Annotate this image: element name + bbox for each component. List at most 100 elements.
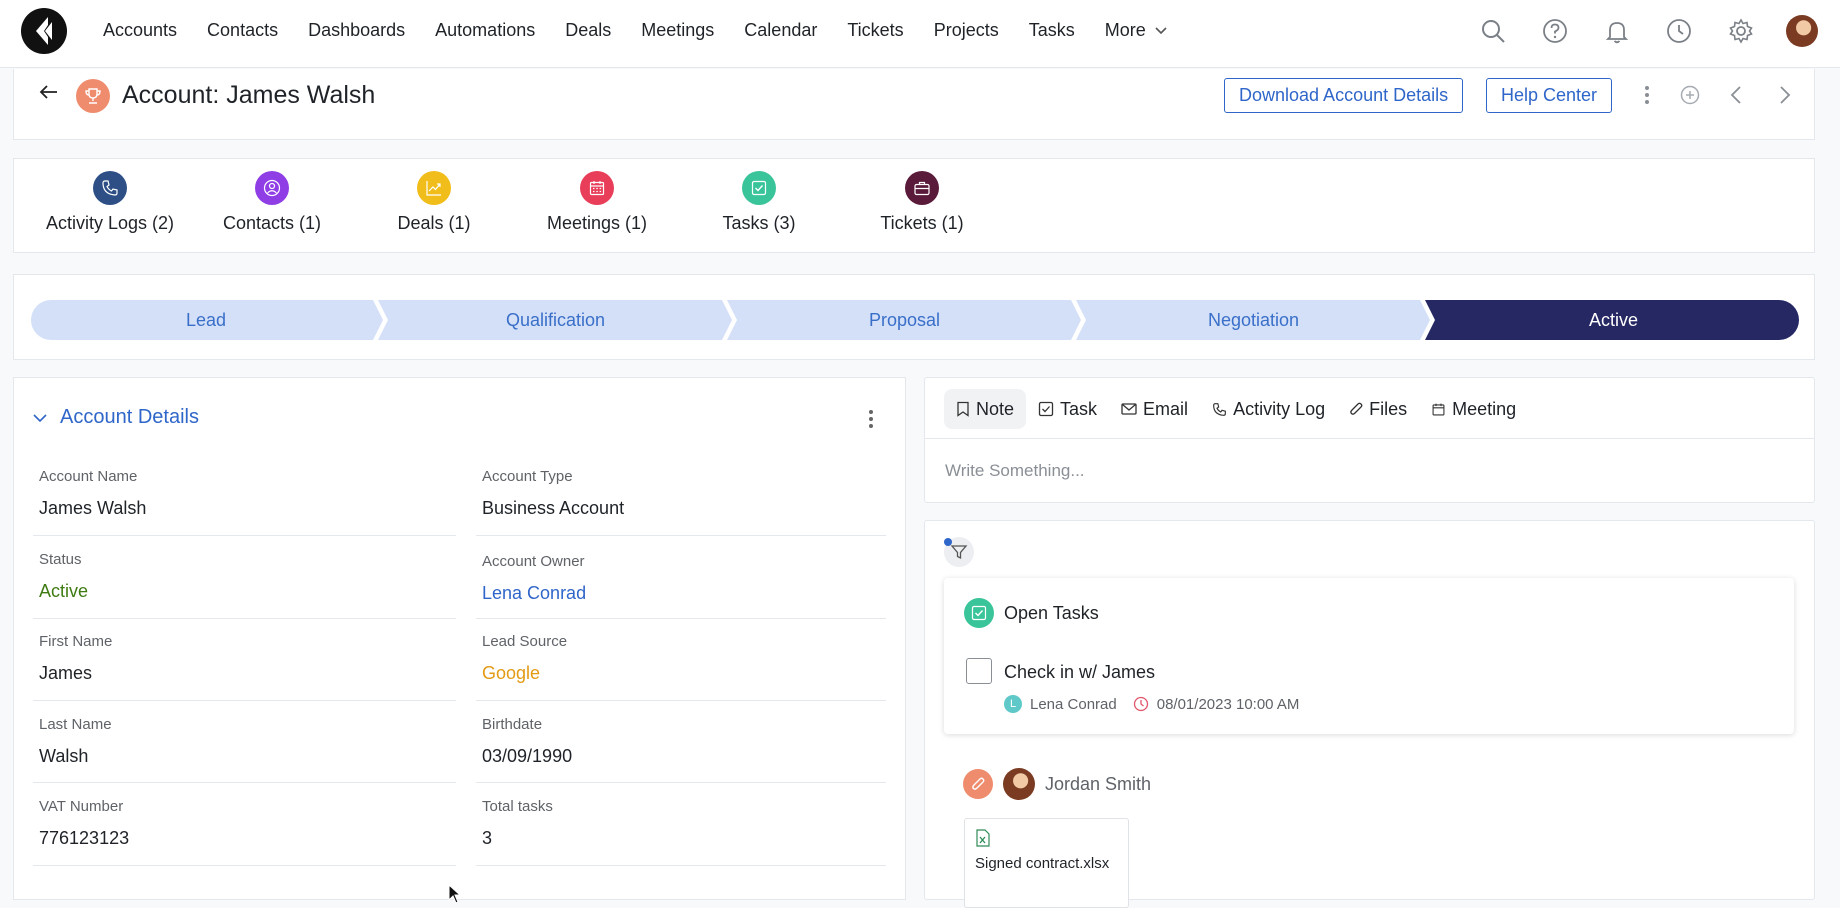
app-logo[interactable]: [21, 8, 67, 54]
open-tasks-title: Open Tasks: [1004, 603, 1099, 623]
help-icon[interactable]: [1524, 18, 1586, 44]
field-divider: [33, 782, 456, 783]
nav-tasks[interactable]: Tasks: [1014, 20, 1090, 41]
file-attachment[interactable]: Signed contract.xlsx: [964, 818, 1129, 908]
note-input[interactable]: Write Something...: [945, 461, 1085, 481]
field-vat-number: VAT Number 776123123: [39, 798, 449, 849]
task-title[interactable]: Check in w/ James: [1004, 662, 1155, 683]
gear-icon[interactable]: [1710, 18, 1772, 44]
pipeline-stages: Lead Qualification Proposal Negotiation …: [31, 300, 1799, 340]
tab-label: Email: [1143, 398, 1189, 419]
tab-note[interactable]: Note: [944, 389, 1027, 429]
related-tasks[interactable]: Tasks (3): [678, 171, 840, 234]
tab-label: Note: [976, 398, 1015, 419]
field-label: Account Type: [482, 468, 573, 485]
user-avatar[interactable]: [1786, 15, 1818, 47]
field-value[interactable]: James Walsh: [39, 498, 449, 519]
nav-automations[interactable]: Automations: [420, 20, 550, 41]
task-checkbox[interactable]: [966, 658, 992, 684]
phone-icon: [93, 171, 127, 205]
related-meetings[interactable]: Meetings (1): [516, 171, 678, 234]
pipeline-panel: Lead Qualification Proposal Negotiation …: [13, 274, 1815, 360]
field-account-owner: Account Owner Lena Conrad: [482, 553, 892, 604]
field-value[interactable]: Walsh: [39, 746, 449, 767]
tab-task[interactable]: Task: [1026, 389, 1109, 429]
nav-links: Accounts Contacts Dashboards Automations…: [88, 0, 1183, 60]
field-value[interactable]: 776123123: [39, 828, 449, 849]
nav-deals[interactable]: Deals: [550, 20, 626, 41]
tab-label: Meeting: [1452, 398, 1517, 419]
nav-dashboards[interactable]: Dashboards: [293, 20, 420, 41]
field-value[interactable]: Google: [482, 663, 892, 684]
task-meta: L Lena Conrad 08/01/2023 10:00 AM: [1004, 695, 1299, 713]
search-icon[interactable]: [1462, 18, 1524, 44]
field-last-name: Last Name Walsh: [39, 716, 449, 767]
field-account-name: Account Name James Walsh: [39, 468, 449, 519]
stage-active[interactable]: Active: [1428, 300, 1799, 340]
checkbox-icon: [964, 598, 994, 628]
stage-lead[interactable]: Lead: [31, 300, 381, 340]
bell-icon[interactable]: [1586, 18, 1648, 44]
field-value[interactable]: 03/09/1990: [482, 746, 892, 767]
clock-icon[interactable]: [1648, 18, 1710, 44]
stage-proposal[interactable]: Proposal: [730, 300, 1079, 340]
calendar-icon: [1432, 403, 1445, 415]
related-label: Tasks (3): [722, 213, 796, 233]
details-more-icon[interactable]: [867, 408, 875, 430]
related-label: Contacts (1): [222, 213, 322, 233]
account-details-toggle[interactable]: Account Details: [32, 406, 199, 429]
field-value[interactable]: Lena Conrad: [482, 583, 892, 604]
field-divider: [476, 618, 886, 619]
download-account-details-button[interactable]: Download Account Details: [1224, 78, 1464, 113]
post-author[interactable]: Jordan Smith: [1045, 774, 1151, 795]
add-circle-icon[interactable]: [1679, 84, 1701, 106]
tab-label: Activity Log: [1233, 398, 1326, 419]
field-birthdate: Birthdate 03/09/1990: [482, 716, 892, 767]
spreadsheet-file-icon: [976, 829, 990, 847]
field-divider: [33, 865, 456, 866]
field-divider: [476, 535, 886, 536]
related-label: Meetings (1): [546, 213, 648, 233]
tab-email[interactable]: Email: [1109, 389, 1200, 429]
briefcase-icon: [905, 171, 939, 205]
tab-meeting[interactable]: Meeting: [1419, 389, 1528, 429]
nav-accounts[interactable]: Accounts: [88, 20, 192, 41]
tab-files[interactable]: Files: [1337, 389, 1419, 429]
nav-contacts[interactable]: Contacts: [192, 20, 293, 41]
tab-activity-log[interactable]: Activity Log: [1200, 389, 1337, 429]
chevron-down-icon: [1155, 27, 1167, 35]
related-label: Tickets (1): [880, 213, 964, 233]
nav-calendar[interactable]: Calendar: [729, 20, 832, 41]
nav-more-label: More: [1104, 19, 1146, 40]
related-activity-logs[interactable]: Activity Logs (2): [29, 171, 191, 234]
nav-meetings[interactable]: Meetings: [626, 20, 729, 41]
help-center-button[interactable]: Help Center: [1486, 78, 1613, 113]
field-label: VAT Number: [39, 798, 124, 815]
bookmark-icon: [957, 401, 969, 417]
stage-qualification[interactable]: Qualification: [381, 300, 730, 340]
nav-icons: [1462, 0, 1840, 62]
related-deals[interactable]: Deals (1): [353, 171, 515, 234]
calendar-icon: [580, 171, 614, 205]
field-label: Account Owner: [482, 553, 585, 570]
field-value[interactable]: James: [39, 663, 449, 684]
field-value[interactable]: Business Account: [482, 498, 892, 519]
related-label: Deals (1): [397, 213, 471, 233]
nav-projects[interactable]: Projects: [919, 20, 1014, 41]
task-owner: Lena Conrad: [1030, 695, 1117, 713]
related-contacts[interactable]: Contacts (1): [191, 171, 353, 234]
stage-negotiation[interactable]: Negotiation: [1079, 300, 1428, 340]
field-total-tasks: Total tasks 3: [482, 798, 892, 849]
nav-tickets[interactable]: Tickets: [832, 20, 918, 41]
more-options-icon[interactable]: [1643, 84, 1651, 106]
field-divider: [476, 865, 886, 866]
related-tickets[interactable]: Tickets (1): [841, 171, 1003, 234]
nav-more-menu[interactable]: More: [1090, 20, 1183, 41]
next-record-icon[interactable]: [1773, 84, 1795, 106]
previous-record-icon[interactable]: [1726, 84, 1748, 106]
field-value[interactable]: 3: [482, 828, 892, 849]
field-value[interactable]: Active: [39, 581, 449, 602]
file-name: Signed contract.xlsx: [975, 855, 1110, 872]
back-arrow-icon[interactable]: [38, 81, 60, 103]
composer-tabs: Note Task Email Activity Log Files Meeti…: [944, 389, 1528, 429]
